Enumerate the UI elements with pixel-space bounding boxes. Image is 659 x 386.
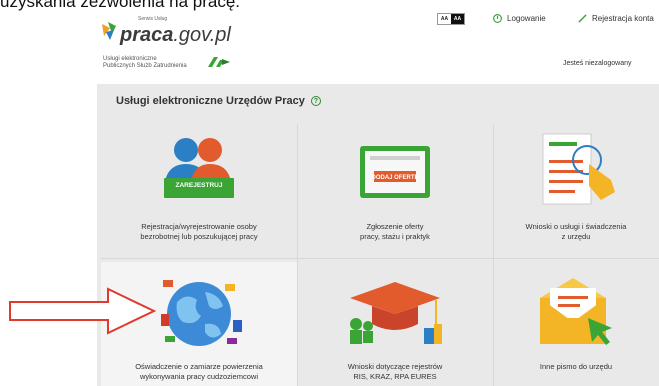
subbrand: Usługi elektroniczne Publicznych Służb Z…: [103, 56, 187, 69]
brand-small: Serwis Usług: [138, 16, 168, 22]
grid-divider: [101, 258, 659, 259]
tile-job-offer[interactable]: DODAJ OFERTĘ Zgłoszenie oferty pracy, st…: [297, 124, 493, 254]
register-label: Rejestracja konta: [592, 14, 654, 23]
tile-registries[interactable]: Wnioski dotyczące rejestrów RIS, KRAZ, R…: [297, 262, 493, 386]
tile-label: Wnioski o usługi i świadczenia z urzędu: [525, 222, 627, 241]
question-circle-icon[interactable]: ?: [310, 96, 321, 106]
tile-requests[interactable]: Wnioski o usługi i świadczenia z urzędu: [493, 124, 659, 254]
power-icon: [493, 14, 502, 23]
register-badge: ZAREJESTRUJ: [175, 182, 223, 189]
tile-other-letter[interactable]: Inne pismo do urzędu: [493, 262, 659, 386]
login-label: Logowanie: [507, 14, 546, 23]
login-status: Jesteś niezalogowany: [563, 60, 632, 67]
brand-name: praca.gov.pl: [120, 24, 231, 46]
offer-board-icon: [360, 146, 430, 198]
contrast-switch[interactable]: AA AA: [437, 13, 465, 25]
panel-title: Usługi elektroniczne Urzędów Pracy ?: [116, 95, 321, 107]
tile-label: Zgłoszenie oferty pracy, stażu i praktyk: [360, 222, 430, 241]
login-link[interactable]: Logowanie: [493, 14, 546, 23]
psz-logo-icon: [208, 57, 230, 67]
logo-ribbon-icon: [102, 22, 116, 40]
globe-flags-icon: [161, 280, 242, 346]
offer-badge: DODAJ OFERTĘ: [371, 175, 419, 181]
people-register-icon: [164, 138, 234, 198]
contrast-high-button[interactable]: AA: [451, 14, 464, 24]
document-touch-icon: [542, 133, 615, 205]
tile-label: Rejestracja/wyrejestrowanie osoby bezrob…: [140, 222, 258, 241]
caption-text: uzyskania zezwolenia na pracę.: [0, 0, 241, 11]
tile-label: Oświadczenie o zamiarze powierzenia wyko…: [135, 362, 263, 381]
graduation-cap-icon: [350, 282, 442, 344]
pencil-icon: [578, 14, 587, 23]
tile-label: Wnioski dotyczące rejestrów RIS, KRAZ, R…: [347, 362, 443, 381]
register-link[interactable]: Rejestracja konta: [578, 14, 654, 23]
contrast-normal-button[interactable]: AA: [438, 14, 451, 24]
envelope-icon: [540, 278, 612, 345]
pointer-arrow-icon: [9, 287, 157, 335]
tile-label: Inne pismo do urzędu: [539, 362, 613, 371]
tile-registration[interactable]: ZAREJESTRUJ Rejestracja/wyrejestrowanie …: [101, 124, 297, 254]
